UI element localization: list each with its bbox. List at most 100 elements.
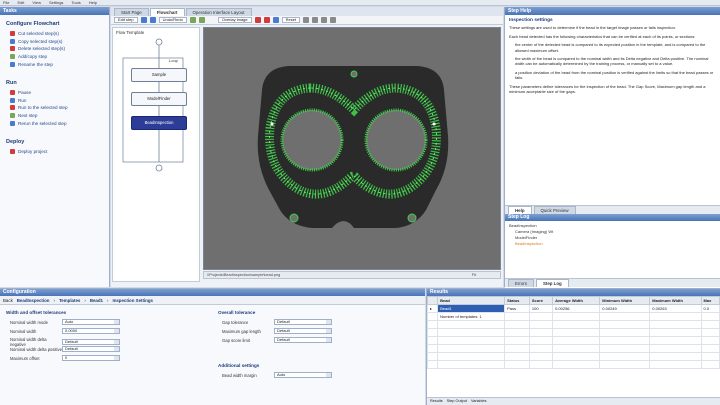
- run-task[interactable]: Run: [0, 97, 109, 105]
- tab-step-log[interactable]: Step Log: [535, 279, 569, 287]
- reset-dropdown[interactable]: Reset: [281, 17, 301, 23]
- configure-task[interactable]: Add/copy step: [0, 53, 109, 61]
- setting-dropdown[interactable]: Default: [62, 339, 120, 345]
- results-tabs: Results Step Output Variables: [427, 397, 720, 405]
- breadcrumb-templates[interactable]: Templates: [59, 298, 80, 303]
- task-label: Run: [18, 97, 27, 103]
- run-task[interactable]: Pause: [0, 89, 109, 97]
- flow-node-modelfinder[interactable]: ModelFinder: [131, 92, 187, 106]
- configure-task[interactable]: Cut selected step(s): [0, 30, 109, 38]
- image-display[interactable]: [203, 27, 501, 270]
- menu-item[interactable]: View: [32, 0, 41, 5]
- results-cell-empty: [437, 328, 506, 337]
- breadcrumb-beadinspection[interactable]: BeadInspection: [17, 298, 50, 303]
- task-label: Next step: [18, 113, 38, 119]
- measure-icon[interactable]: [330, 17, 337, 23]
- tab-help[interactable]: Help: [508, 206, 532, 214]
- tab-variables[interactable]: Variables: [471, 398, 487, 405]
- undo-redo-label[interactable]: Undo/Redo: [158, 17, 187, 23]
- setting-dropdown[interactable]: Auto: [274, 372, 332, 378]
- menu-item[interactable]: File: [3, 0, 9, 5]
- setting-dropdown[interactable]: Auto: [62, 319, 120, 325]
- chevron-down-icon[interactable]: [114, 356, 119, 360]
- results-cell-empty: [649, 352, 702, 361]
- setting-dropdown[interactable]: 0: [62, 355, 120, 361]
- results-cell-empty: [437, 320, 506, 329]
- chevron-down-icon[interactable]: [114, 329, 119, 333]
- flow-node-beadinspection[interactable]: BeadInspection: [131, 116, 187, 130]
- results-cell-empty: [649, 360, 702, 369]
- chevron-down-icon[interactable]: [326, 320, 331, 324]
- tab-results[interactable]: Results: [430, 398, 443, 405]
- overlay-image-button[interactable]: Overlay image: [217, 17, 252, 23]
- results-cell-empty: [528, 328, 554, 337]
- run-task[interactable]: Rerun the selected step: [0, 119, 109, 127]
- undo-icon[interactable]: [140, 17, 147, 23]
- tab-errors[interactable]: Errors: [508, 279, 534, 287]
- grid-icon[interactable]: [312, 17, 319, 23]
- refresh-icon[interactable]: [272, 17, 279, 23]
- chevron-down-icon[interactable]: [326, 338, 331, 342]
- setting-dropdown[interactable]: Default: [274, 328, 332, 334]
- menu-item[interactable]: Settings: [49, 0, 63, 5]
- settings-icon[interactable]: [303, 17, 310, 23]
- results-column-header[interactable]: [426, 296, 439, 305]
- tab-step-output[interactable]: Step Output: [447, 398, 467, 405]
- menu-item[interactable]: Tools: [71, 0, 80, 5]
- tab-flowchart[interactable]: Flowchart: [149, 8, 185, 16]
- tab-quick-preview[interactable]: Quick Preview: [533, 206, 576, 214]
- setting-dropdown[interactable]: Default: [274, 319, 332, 325]
- chevron-down-icon[interactable]: [326, 329, 331, 333]
- setting-dropdown[interactable]: Default: [274, 337, 332, 343]
- tab-operation-interface[interactable]: Operation Interface Layout: [185, 8, 252, 16]
- table-row[interactable]: Number of templates: 1: [426, 312, 720, 321]
- back-button[interactable]: Back: [3, 298, 13, 303]
- zoom-level[interactable]: Fit: [472, 272, 476, 278]
- table-row-empty: [426, 352, 720, 361]
- deploy-task[interactable]: Deploy project: [0, 148, 109, 156]
- stop-icon[interactable]: [254, 17, 261, 23]
- zoom-in-icon[interactable]: [189, 17, 196, 23]
- results-column-header[interactable]: Status: [504, 296, 530, 305]
- chevron-down-icon[interactable]: [114, 320, 119, 324]
- breadcrumb-inspection-settings[interactable]: Inspection Settings: [112, 298, 153, 303]
- configure-task-list: Cut selected step(s) Copy selected step(s…: [0, 30, 109, 68]
- results-column-header[interactable]: Average Width: [552, 296, 601, 305]
- setting-value: Default: [277, 319, 290, 324]
- setting-dropdown[interactable]: Default: [62, 346, 120, 352]
- configure-task[interactable]: Delete selected step(s): [0, 45, 109, 53]
- menu-item[interactable]: Help: [89, 0, 97, 5]
- results-column-header[interactable]: Score: [528, 296, 554, 305]
- configure-task-icon: [10, 54, 15, 60]
- setting-label: Nominal width: [10, 328, 37, 334]
- run-task-icon: [10, 105, 15, 111]
- steplog-item[interactable]: BeadInspection: [509, 241, 716, 247]
- flow-node-sample[interactable]: Sample: [131, 68, 187, 82]
- tab-start-page[interactable]: Start Page: [114, 8, 149, 16]
- zoom-out-icon[interactable]: [198, 17, 205, 23]
- results-cell: Number of templates: 1: [437, 312, 506, 321]
- chevron-down-icon[interactable]: [114, 340, 119, 344]
- results-column-header[interactable]: Minimum Width: [599, 296, 651, 305]
- ruler-icon[interactable]: [321, 17, 328, 23]
- run-task[interactable]: Run to the selected step: [0, 104, 109, 112]
- results-column-header[interactable]: Max: [700, 296, 720, 305]
- configure-task[interactable]: Rename the step: [0, 60, 109, 68]
- results-column-header[interactable]: Maximum Width: [649, 296, 702, 305]
- run-task[interactable]: Next step: [0, 112, 109, 120]
- results-column-header[interactable]: Bead: [437, 296, 506, 305]
- configure-task[interactable]: Copy selected step(s): [0, 38, 109, 46]
- setting-dropdown[interactable]: 0.0000: [62, 328, 120, 334]
- setting-value: Default: [277, 328, 290, 333]
- chevron-down-icon[interactable]: [114, 347, 119, 351]
- edit-step-button[interactable]: Edit step: [114, 17, 138, 23]
- overall-tolerance-group-title: Overall tolerance: [218, 310, 256, 315]
- redo-icon[interactable]: [149, 17, 156, 23]
- chevron-down-icon[interactable]: [326, 373, 331, 377]
- delete-icon[interactable]: [263, 17, 270, 23]
- menu-item[interactable]: Edit: [17, 0, 24, 5]
- image-path: \\Projects\BeadInspection\sample\bead.pn…: [207, 273, 281, 277]
- breadcrumb-bead1[interactable]: Bead1: [90, 298, 103, 303]
- menu-bar: File Edit View Settings Tools Help: [0, 0, 720, 6]
- table-row[interactable]: ▸ Bead1 Pass 100 0.00256 0.00249 0.00263 0.0: [426, 304, 720, 313]
